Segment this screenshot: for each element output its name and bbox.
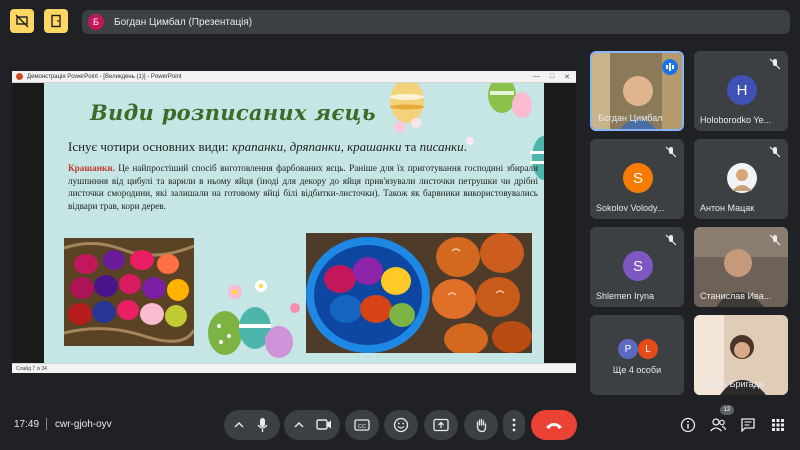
window-controls: — □ ✕ xyxy=(533,73,576,81)
participant-avatar: S xyxy=(623,251,653,281)
participant-tile-0[interactable]: Богдан Цимбал xyxy=(590,51,684,131)
maximize-icon[interactable]: □ xyxy=(550,73,554,81)
chat-button[interactable] xyxy=(738,415,758,435)
captions-button[interactable]: CC xyxy=(345,410,379,440)
more-participants-label: Ще 4 особи xyxy=(612,365,662,375)
presentation-window: Демонстрація PowerPoint - [Великдень (1)… xyxy=(12,71,576,373)
reactions-button[interactable] xyxy=(384,410,418,440)
bowl-eggs-image xyxy=(306,233,532,353)
participant-avatar: L xyxy=(638,339,658,359)
activities-button[interactable] xyxy=(768,415,788,435)
presenter-avatar: Б xyxy=(88,14,104,30)
kind-pysanky: писанки xyxy=(419,139,464,154)
body-term: Крашанки. xyxy=(68,163,115,173)
participant-tile-3[interactable]: Антон Мацак xyxy=(694,139,788,219)
mic-off-icon xyxy=(769,58,781,70)
present-icon xyxy=(433,418,449,432)
kind-krashanky: крашанки xyxy=(347,139,402,154)
leave-call-button[interactable] xyxy=(531,410,577,440)
microphone-icon xyxy=(260,418,265,427)
layout-button[interactable] xyxy=(10,9,34,33)
end-call-icon xyxy=(546,423,562,429)
top-bar: Б Богдан Цимбал (Презентація) xyxy=(0,0,800,44)
participant-name: Shlemen Iryna xyxy=(596,291,655,301)
participant-tile-more[interactable]: P L Ще 4 особи xyxy=(590,315,684,395)
svg-text:CC: CC xyxy=(358,424,366,430)
basket-eggs-image xyxy=(64,238,194,346)
body-text: Це найпростіший спосіб виготовлення фарб… xyxy=(68,163,538,211)
chevron-up-icon xyxy=(234,422,244,428)
intro-prefix: Існує чотири основних види: xyxy=(68,139,232,154)
mic-off-icon xyxy=(769,234,781,246)
mic-off-icon xyxy=(665,146,677,158)
presenter-chip: Б Богдан Цимбал (Презентація) xyxy=(82,10,790,34)
slide-frame: Види розписаних яєць Існує чотири основн… xyxy=(12,83,576,363)
participant-tile-2[interactable]: S Sokolov Volody... xyxy=(590,139,684,219)
decorative-eggs-bottom xyxy=(208,280,300,358)
participant-name: Богдан Цимбал xyxy=(598,113,663,123)
powerpoint-icon xyxy=(16,73,23,80)
raise-hand-button[interactable] xyxy=(464,410,498,440)
more-options-button[interactable] xyxy=(503,410,525,440)
divider xyxy=(46,418,47,430)
intro-end: . xyxy=(463,139,467,154)
participant-name: Станислав Ива... xyxy=(700,291,772,301)
apps-grid-icon xyxy=(772,419,784,431)
chat-icon xyxy=(741,418,755,433)
bottom-bar: 17:49 cwr-gjoh-oyv CC xyxy=(0,400,800,450)
participant-avatar: S xyxy=(623,163,653,193)
captions-icon: CC xyxy=(354,419,370,431)
participant-tile-7[interactable]: Олена Бригада xyxy=(694,315,788,395)
slide-title: Види розписаних яєць xyxy=(90,100,376,125)
close-icon[interactable]: ✕ xyxy=(564,73,570,81)
meeting-time: 17:49 xyxy=(14,419,40,430)
participant-name: Sokolov Volody... xyxy=(596,203,665,213)
chevron-up-icon xyxy=(294,422,304,428)
speaking-indicator xyxy=(662,59,678,75)
mic-control[interactable] xyxy=(224,410,280,440)
camera-control-icons xyxy=(294,419,331,430)
mic-off-icon xyxy=(665,234,677,246)
kind-krapanky: крапанки xyxy=(231,139,284,154)
people-icon xyxy=(710,418,727,432)
emoji-icon xyxy=(393,417,409,433)
presentation-titlebar: Демонстрація PowerPoint - [Великдень (1)… xyxy=(12,71,576,83)
presentation-status-bar: Слайд 7 із 34 xyxy=(12,363,576,373)
pin-button[interactable] xyxy=(44,9,68,33)
mic-control-icons xyxy=(234,418,268,432)
presenter-label: Богдан Цимбал (Презентація) xyxy=(114,16,253,28)
participant-avatar: H xyxy=(727,75,757,105)
presentation-title: Демонстрація PowerPoint - [Великдень (1)… xyxy=(27,73,182,80)
participant-photo-avatar xyxy=(727,163,757,193)
meeting-code[interactable]: cwr-gjoh-oyv xyxy=(55,419,112,430)
participant-tile-5[interactable]: Станислав Ива... xyxy=(694,227,788,307)
mic-off-icon xyxy=(769,146,781,158)
participant-tile-4[interactable]: S Shlemen Iryna xyxy=(590,227,684,307)
kind-dryapanky: дряпанки xyxy=(289,139,341,154)
camera-control[interactable] xyxy=(284,410,340,440)
participant-tile-1[interactable]: H Holoborodko Ye... xyxy=(694,51,788,131)
meeting-details-button[interactable] xyxy=(678,415,698,435)
slide: Види розписаних яєць Існує чотири основн… xyxy=(44,83,544,363)
people-button[interactable] xyxy=(708,415,728,435)
participant-avatar: P xyxy=(618,339,638,359)
presentation-off-icon xyxy=(15,14,29,28)
info-icon xyxy=(680,417,696,433)
more-vert-icon xyxy=(512,418,516,432)
hand-icon xyxy=(476,418,487,433)
camera-icon xyxy=(316,419,328,430)
photo-bowl-eggs xyxy=(306,233,532,353)
slide-body: Крашанки. Це найпростіший спосіб виготов… xyxy=(68,162,538,212)
slide-intro: Існує чотири основних види: крапанки, др… xyxy=(68,139,467,155)
intro-and: та xyxy=(401,139,420,154)
audio-wave-icon xyxy=(666,63,674,71)
present-screen-button[interactable] xyxy=(424,410,458,440)
minimize-icon[interactable]: — xyxy=(533,73,540,81)
participant-name: Holoborodko Ye... xyxy=(700,115,772,125)
participant-name: Олена Бригада xyxy=(700,379,764,389)
participant-count-badge: 12 xyxy=(720,405,734,415)
photo-basket-eggs xyxy=(64,238,194,346)
door-icon xyxy=(51,14,61,28)
participant-name: Антон Мацак xyxy=(700,203,755,213)
